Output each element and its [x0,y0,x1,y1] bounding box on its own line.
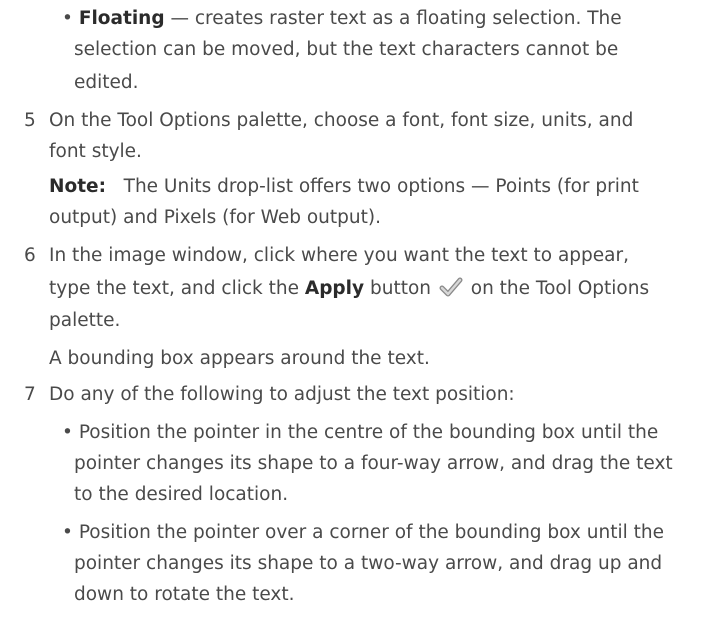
step-6-result: A bounding box appears around the text. [49,348,430,369]
apply-label: Apply [304,278,365,299]
step-6-line-2-end: on the Tool Options [464,278,650,299]
step-7-bullet-2-line-1: Position the pointer over a corner of th… [78,522,664,543]
step-6-line-3: palette. [49,310,121,331]
step-6-line-2: type the text, and click the Apply butto… [49,274,649,304]
step-7-bullet-2: • Position the pointer over a corner of … [62,518,664,548]
floating-label: Floating [78,8,165,29]
document-page: • Floating — creates raster text as a fl… [0,0,716,623]
floating-text-line-1: — creates raster text as a floating sele… [164,8,622,29]
note-label: Note: [49,176,106,197]
step-7-bullet-2-line-2: pointer changes its shape to a two-way a… [74,553,663,574]
step-6-number: 6 [24,245,36,266]
note-line-1: The Units drop-list offers two options —… [123,176,639,197]
note: Note: The Units drop-list offers two opt… [49,172,639,202]
step-7-bullet-1-line-2: pointer changes its shape to a four-way … [74,453,673,474]
floating-bullet: • Floating — creates raster text as a fl… [62,4,622,34]
floating-text-line-2: selection can be moved, but the text cha… [74,39,619,60]
bullet-mark: • [62,422,73,443]
note-line-2: output) and Pixels (for Web output). [49,207,381,228]
step-7-bullet-1: • Position the pointer in the centre of … [62,418,658,448]
step-7-bullet-2-line-3: down to rotate the text. [74,584,295,605]
step-7-bullet-1-line-3: to the desired location. [74,484,289,505]
step-7-bullet-1-line-1: Position the pointer in the centre of th… [78,422,659,443]
step-7-number: 7 [24,384,36,405]
step-5-line-1: On the Tool Options palette, choose a fo… [49,110,634,131]
bullet-mark: • [62,8,73,29]
step-6-button-word: button [364,278,437,299]
step-5-number: 5 [24,110,36,131]
apply-checkmark-icon [439,276,463,298]
step-6-line-2-start: type the text, and click the [49,278,305,299]
step-5-line-2: font style. [49,141,142,162]
bullet-mark: • [62,522,73,543]
floating-text-line-3: edited. [74,72,139,93]
step-7-intro: Do any of the following to adjust the te… [49,384,515,405]
step-6-line-1: In the image window, click where you wan… [49,245,629,266]
